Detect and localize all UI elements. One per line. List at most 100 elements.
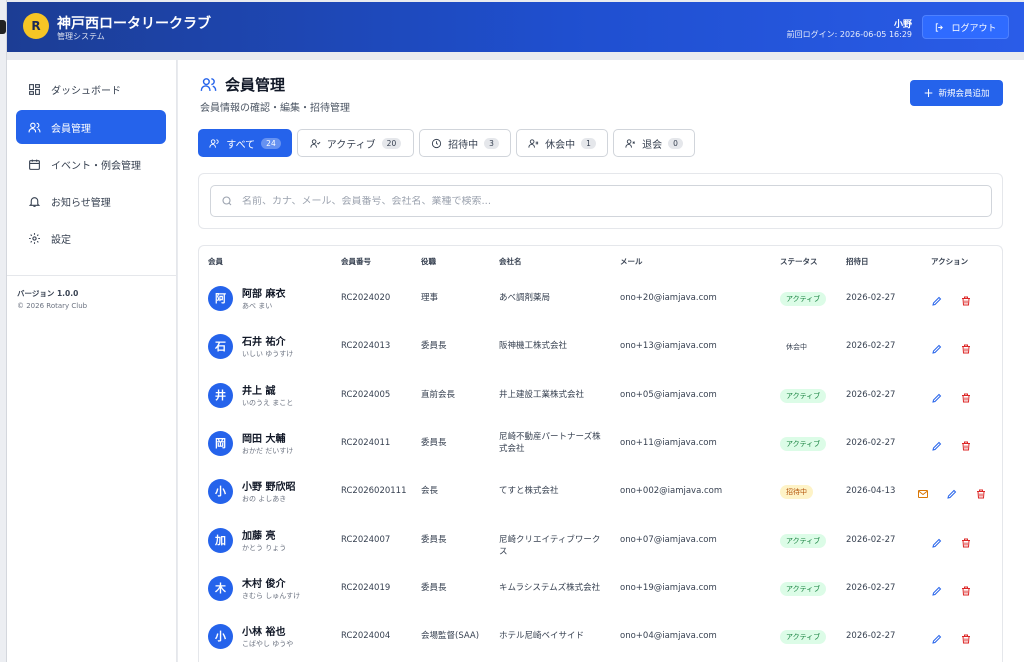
delete-button[interactable]: [960, 292, 972, 306]
member-number: RC2024005: [341, 389, 391, 400]
tab-invited[interactable]: 招待中 3: [419, 129, 511, 157]
member-name[interactable]: 石井 祐介: [242, 333, 285, 348]
status-badge: 招待中: [780, 485, 813, 500]
tab-count-badge: 0: [668, 137, 683, 149]
avatar: 岡: [208, 430, 233, 456]
delete-button[interactable]: [960, 437, 972, 451]
tab-count-badge: 1: [581, 137, 596, 149]
sidebar-item-label: イベント・例会管理: [51, 160, 141, 172]
app-subtitle: 管理システム: [57, 32, 105, 41]
delete-button[interactable]: [960, 340, 972, 354]
member-number: RC2024004: [341, 631, 391, 642]
tab-withdrawn[interactable]: 退会 0: [613, 129, 695, 157]
search-icon: [222, 196, 232, 206]
search-box[interactable]: [210, 185, 992, 217]
member-company: 尼崎クリエイティブワークス: [499, 534, 601, 557]
member-number: RC2026020111: [341, 486, 407, 497]
member-kana: おの よしあき: [242, 495, 287, 504]
page-title-text: 会員管理: [225, 76, 286, 94]
member-kana: いしい ゆうすけ: [242, 350, 294, 359]
member-role: 委員長: [421, 582, 447, 593]
trash-icon: [960, 292, 972, 311]
users-icon: [28, 122, 41, 132]
delete-button[interactable]: [960, 389, 972, 403]
delete-button[interactable]: [960, 534, 972, 547]
tab-active[interactable]: アクティブ 20: [297, 129, 414, 157]
member-email: ono+07@iamjava.com: [620, 534, 717, 545]
sidebar: ダッシュボード 会員管理 イベント・例会管理 お知らせ管理 設定 バージョン 1…: [7, 60, 177, 662]
edit-button[interactable]: [931, 292, 943, 306]
table-row: 木木村 俊介 きむら しゅんすけ RC2024019 委員長 キムラシステムズ株式会社 o…: [199, 564, 1002, 612]
resend-invite-button[interactable]: [917, 485, 929, 499]
trash-icon: [960, 630, 972, 649]
tab-label: 休会中: [545, 139, 576, 151]
member-name[interactable]: 小林 裕也: [242, 623, 285, 638]
app-header: R 神戸西ロータリークラブ 管理システム 小野 前回ログイン: 2026-06-…: [7, 2, 1024, 52]
table-row: 岡岡田 大輔 おかだ だいすけ RC2024011 委員長 尼崎不動産パートナーズ株式会…: [199, 419, 1002, 467]
edit-button[interactable]: [931, 534, 943, 548]
sidebar-item-notices[interactable]: お知らせ管理: [16, 184, 166, 218]
tab-all[interactable]: すべて 24: [198, 129, 292, 157]
invite-date: 2026-04-13: [846, 486, 896, 497]
bell-icon: [28, 196, 41, 207]
member-email: ono+13@iamjava.com: [620, 341, 717, 352]
column-header-role: 役職: [421, 257, 436, 266]
users-icon: [209, 138, 219, 148]
member-name[interactable]: 加藤 亮: [242, 527, 275, 542]
avatar: 小: [208, 624, 233, 650]
edit-button[interactable]: [946, 485, 958, 499]
sidebar-divider: [7, 275, 177, 276]
edit-button[interactable]: [931, 389, 943, 403]
edge-marker: [0, 20, 6, 34]
add-member-button[interactable]: + 新規会員追加: [910, 80, 1003, 106]
member-company: 尼崎不動産パートナーズ株式会社: [499, 431, 601, 454]
logout-button[interactable]: ログアウト: [922, 15, 1009, 39]
edit-button[interactable]: [931, 340, 943, 354]
avatar: 木: [208, 575, 233, 601]
column-header-email: メール: [620, 257, 643, 266]
delete-button[interactable]: [960, 582, 972, 596]
status-badge: アクティブ: [780, 388, 827, 403]
edit-button[interactable]: [931, 582, 943, 596]
logout-icon: [936, 22, 944, 32]
invite-date: 2026-02-27: [846, 582, 896, 593]
sidebar-item-settings[interactable]: 設定: [16, 221, 166, 255]
version-label: バージョン 1.0.0: [17, 289, 79, 298]
column-header-invite-date: 招待日: [846, 257, 869, 266]
member-name[interactable]: 小野 野欣昭: [242, 478, 295, 493]
column-header-actions: アクション: [931, 257, 969, 266]
main-content: 会員管理 会員情報の確認・編集・招待管理 + 新規会員追加 すべて 24 アクテ…: [178, 60, 1024, 662]
member-name[interactable]: 木村 俊介: [242, 575, 285, 590]
sidebar-item-label: ダッシュボード: [51, 85, 121, 97]
last-login: 前回ログイン: 2026-06-05 16:29: [786, 30, 912, 39]
members-table: 会員 会員番号 役職 会社名 メール ステータス 招待日 アクション 阿阿部 麻…: [198, 245, 1003, 662]
table-row: 小小林 裕也 こばやし ゆうや RC2024004 会場監督(SAA) ホテル尼崎ベイサ…: [199, 612, 1002, 660]
edit-button[interactable]: [931, 437, 943, 451]
trash-icon: [960, 437, 972, 456]
delete-button[interactable]: [960, 630, 972, 644]
delete-button[interactable]: [975, 485, 987, 499]
tab-label: 退会: [642, 139, 663, 151]
edit-button[interactable]: [931, 630, 943, 644]
invite-date: 2026-02-27: [846, 389, 896, 400]
pencil-icon: [931, 437, 943, 456]
table-row: 阿阿部 麻衣 あべ まい RC2024020 理事 あべ調剤薬局 ono+20@iamja…: [199, 274, 1002, 322]
sidebar-item-dashboard[interactable]: ダッシュボード: [16, 72, 166, 106]
member-name[interactable]: 岡田 大輔: [242, 430, 285, 445]
member-email: ono+04@iamjava.com: [620, 631, 717, 642]
tab-on-leave[interactable]: 休会中 1: [516, 129, 608, 157]
search-input[interactable]: [242, 195, 942, 207]
sidebar-item-events[interactable]: イベント・例会管理: [16, 147, 166, 181]
member-company: 阪神機工株式会社: [499, 341, 568, 352]
calendar-icon: [29, 159, 40, 170]
pencil-icon: [931, 534, 943, 553]
member-name[interactable]: 井上 誠: [242, 382, 275, 397]
logout-label: ログアウト: [951, 23, 997, 34]
sidebar-item-members[interactable]: 会員管理: [16, 110, 166, 144]
invite-date: 2026-02-27: [846, 534, 896, 545]
app-title: 神戸西ロータリークラブ: [57, 16, 211, 32]
member-name[interactable]: 阿部 麻衣: [242, 285, 285, 300]
add-member-label: 新規会員追加: [938, 89, 990, 99]
pencil-icon: [931, 389, 943, 408]
browser-edge: [0, 0, 7, 662]
